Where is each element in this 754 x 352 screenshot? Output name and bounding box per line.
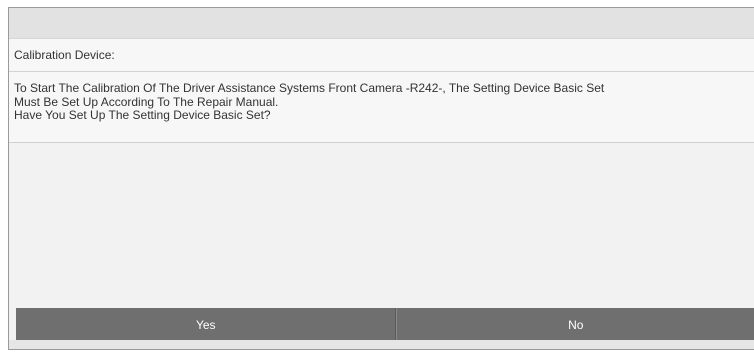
calibration-dialog: Calibration Device: To Start The Calibra…	[8, 7, 754, 350]
message-line-3: Have You Set Up The Setting Device Basic…	[14, 108, 271, 122]
no-button[interactable]: No	[396, 308, 754, 341]
dialog-title-bar	[9, 8, 754, 39]
dialog-content-area	[9, 143, 754, 303]
dialog-bottom-strip	[9, 340, 754, 349]
dialog-button-bar: Yes No	[16, 308, 754, 341]
calibration-device-label: Calibration Device:	[14, 48, 115, 62]
dialog-message: To Start The Calibration Of The Driver A…	[14, 81, 754, 123]
message-line-1: To Start The Calibration Of The Driver A…	[14, 81, 605, 95]
calibration-device-row: Calibration Device:	[9, 39, 754, 72]
message-line-2: Must Be Set Up According To The Repair M…	[14, 94, 279, 109]
yes-button[interactable]: Yes	[16, 308, 397, 341]
message-panel: To Start The Calibration Of The Driver A…	[9, 72, 754, 143]
